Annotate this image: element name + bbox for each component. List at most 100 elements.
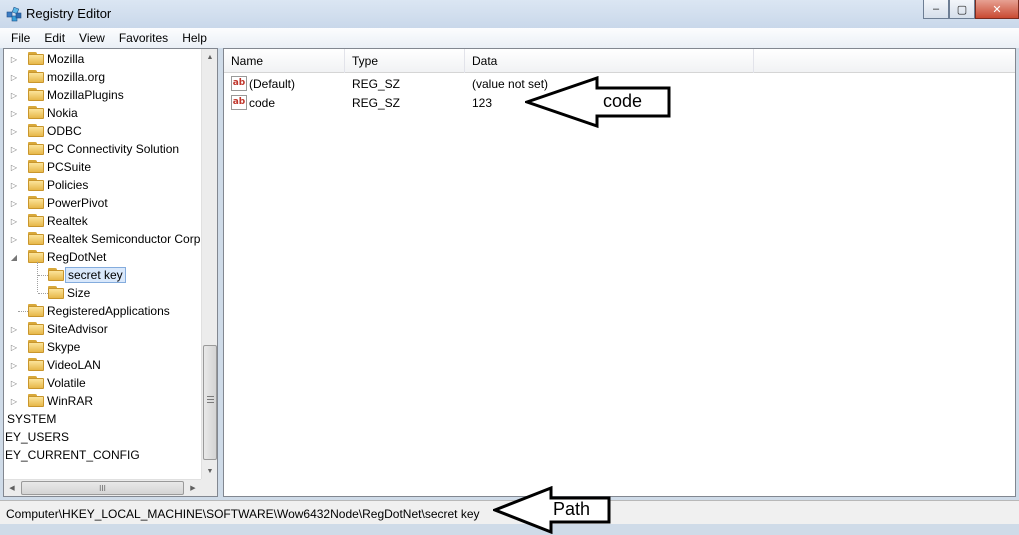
tree-item-label: PCSuite: [47, 160, 92, 174]
column-data-header[interactable]: Data: [465, 49, 754, 73]
tree-item[interactable]: ▷ Realtek Semiconductor Corp.: [4, 230, 204, 248]
tree-item[interactable]: ▷ PowerPivot: [4, 194, 202, 212]
expand-icon[interactable]: ▷: [10, 212, 18, 230]
expand-icon[interactable]: ▷: [10, 320, 18, 338]
tree-item-label: secret key: [65, 267, 126, 283]
tree-item[interactable]: ▷ PCSuite: [4, 158, 202, 176]
expand-icon[interactable]: ▷: [10, 122, 18, 140]
tree-item[interactable]: ▷ MozillaPlugins: [4, 86, 202, 104]
tree-item[interactable]: ▷ VideoLAN: [4, 356, 202, 374]
expand-icon[interactable]: ▷: [10, 356, 18, 374]
scroll-right-icon[interactable]: ▶: [185, 480, 201, 496]
column-header: Name Type Data: [224, 49, 1015, 73]
tree-item[interactable]: ▷ Volatile: [4, 374, 202, 392]
tree-item-label: SiteAdvisor: [47, 322, 108, 336]
menu-edit[interactable]: Edit: [37, 31, 72, 45]
thumb-grip: [207, 402, 214, 403]
expand-icon[interactable]: ▷: [10, 50, 18, 68]
tree-item[interactable]: ▷ Realtek: [4, 212, 202, 230]
tree-item-label: MozillaPlugins: [47, 88, 124, 102]
registry-tree[interactable]: ▷ Mozilla ▷ mozilla.org ▷ MozillaPlugins ▷ Noki…: [3, 48, 218, 497]
value-name: code: [249, 96, 276, 110]
window-controls: ‒ ▢ ✕: [923, 0, 1019, 20]
expand-icon[interactable]: ▷: [10, 338, 18, 356]
tree-item-label: WinRAR: [47, 394, 94, 408]
tree-connector: [18, 311, 28, 312]
tree-connector: [37, 262, 38, 292]
scroll-left-icon[interactable]: ◀: [4, 480, 20, 496]
path-annotation-label: Path: [553, 499, 591, 519]
tree-item[interactable]: ▷ Mozilla: [4, 50, 202, 68]
folder-icon: [28, 88, 44, 101]
folder-icon: [28, 196, 44, 209]
expand-icon[interactable]: ▷: [10, 194, 18, 212]
tree-horizontal-scrollbar[interactable]: ◀ III ▶: [4, 479, 201, 496]
horizontal-scroll-thumb[interactable]: III: [21, 481, 184, 495]
tree-item-label: PC Connectivity Solution: [47, 142, 180, 156]
folder-icon: [28, 304, 44, 317]
expand-icon[interactable]: ▷: [10, 230, 18, 248]
column-type-header[interactable]: Type: [345, 49, 465, 73]
current-key-path: Computer\HKEY_LOCAL_MACHINE\SOFTWARE\Wow…: [6, 507, 480, 521]
menu-file[interactable]: File: [4, 31, 37, 45]
menu-help[interactable]: Help: [175, 31, 214, 45]
folder-icon: [28, 70, 44, 83]
tree-item[interactable]: ▷ SiteAdvisor: [4, 320, 202, 338]
column-name-header[interactable]: Name: [224, 49, 345, 73]
tree-item[interactable]: ▷ Policies: [4, 176, 202, 194]
tree-item-label: Size: [67, 286, 91, 300]
scroll-up-icon[interactable]: ▲: [202, 49, 217, 65]
tree-item[interactable]: RegisteredApplications: [4, 302, 202, 320]
scroll-down-icon[interactable]: ▼: [202, 463, 217, 479]
tree-item[interactable]: ▷ WinRAR: [4, 392, 202, 410]
registry-editor-icon: [6, 6, 22, 22]
expand-icon[interactable]: ▷: [10, 68, 18, 86]
expand-icon[interactable]: ▷: [10, 104, 18, 122]
folder-icon: [28, 322, 44, 335]
tree-item[interactable]: ▷ Skype: [4, 338, 202, 356]
tree-item-label: EY_USERS: [5, 430, 70, 444]
menu-favorites[interactable]: Favorites: [112, 31, 175, 45]
minimize-button[interactable]: ‒: [923, 0, 949, 19]
thumb-grip: [207, 396, 214, 397]
collapse-icon[interactable]: ◢: [10, 248, 18, 266]
expand-icon[interactable]: ▷: [10, 374, 18, 392]
string-value-icon: ab: [231, 95, 247, 110]
vertical-scroll-thumb[interactable]: [203, 345, 217, 460]
tree-vertical-scrollbar[interactable]: ▲ ▼: [201, 49, 217, 480]
close-button[interactable]: ✕: [975, 0, 1019, 19]
tree-item[interactable]: ▷ PC Connectivity Solution: [4, 140, 202, 158]
tree-item[interactable]: ▷ mozilla.org: [4, 68, 202, 86]
expand-icon[interactable]: ▷: [10, 86, 18, 104]
tree-item[interactable]: ▷ Nokia: [4, 104, 202, 122]
tree-connector: [38, 293, 48, 294]
window-title: Registry Editor: [26, 6, 112, 21]
folder-icon: [28, 214, 44, 227]
menu-bar: File Edit View Favorites Help: [0, 28, 1019, 48]
expand-icon[interactable]: ▷: [10, 176, 18, 194]
thumb-grip: [207, 399, 214, 400]
maximize-button[interactable]: ▢: [949, 0, 975, 19]
tree-item-label: Skype: [47, 340, 81, 354]
tree-item-label: RegisteredApplications: [47, 304, 170, 318]
value-type: REG_SZ: [352, 77, 401, 91]
folder-icon: [28, 340, 44, 353]
tree-item-label: PowerPivot: [47, 196, 108, 210]
folder-icon: [48, 268, 64, 281]
tree-item[interactable]: Size: [4, 284, 202, 302]
tree-item-label: Mozilla: [47, 52, 85, 66]
tree-item-label: Realtek Semiconductor Corp.: [47, 232, 204, 246]
folder-icon: [28, 394, 44, 407]
string-value-icon: ab: [231, 76, 247, 91]
tree-item-label: EY_CURRENT_CONFIG: [5, 448, 140, 462]
tree-item[interactable]: secret key: [4, 266, 202, 284]
tree-item[interactable]: ◢ RegDotNet: [4, 248, 202, 266]
tree-item[interactable]: ▷ ODBC: [4, 122, 202, 140]
expand-icon[interactable]: ▷: [10, 158, 18, 176]
scrollbar-corner: [201, 479, 217, 496]
expand-icon[interactable]: ▷: [10, 392, 18, 410]
expand-icon[interactable]: ▷: [10, 140, 18, 158]
tree-item-label: Volatile: [47, 376, 86, 390]
menu-view[interactable]: View: [72, 31, 112, 45]
tree-connector: [38, 275, 48, 276]
